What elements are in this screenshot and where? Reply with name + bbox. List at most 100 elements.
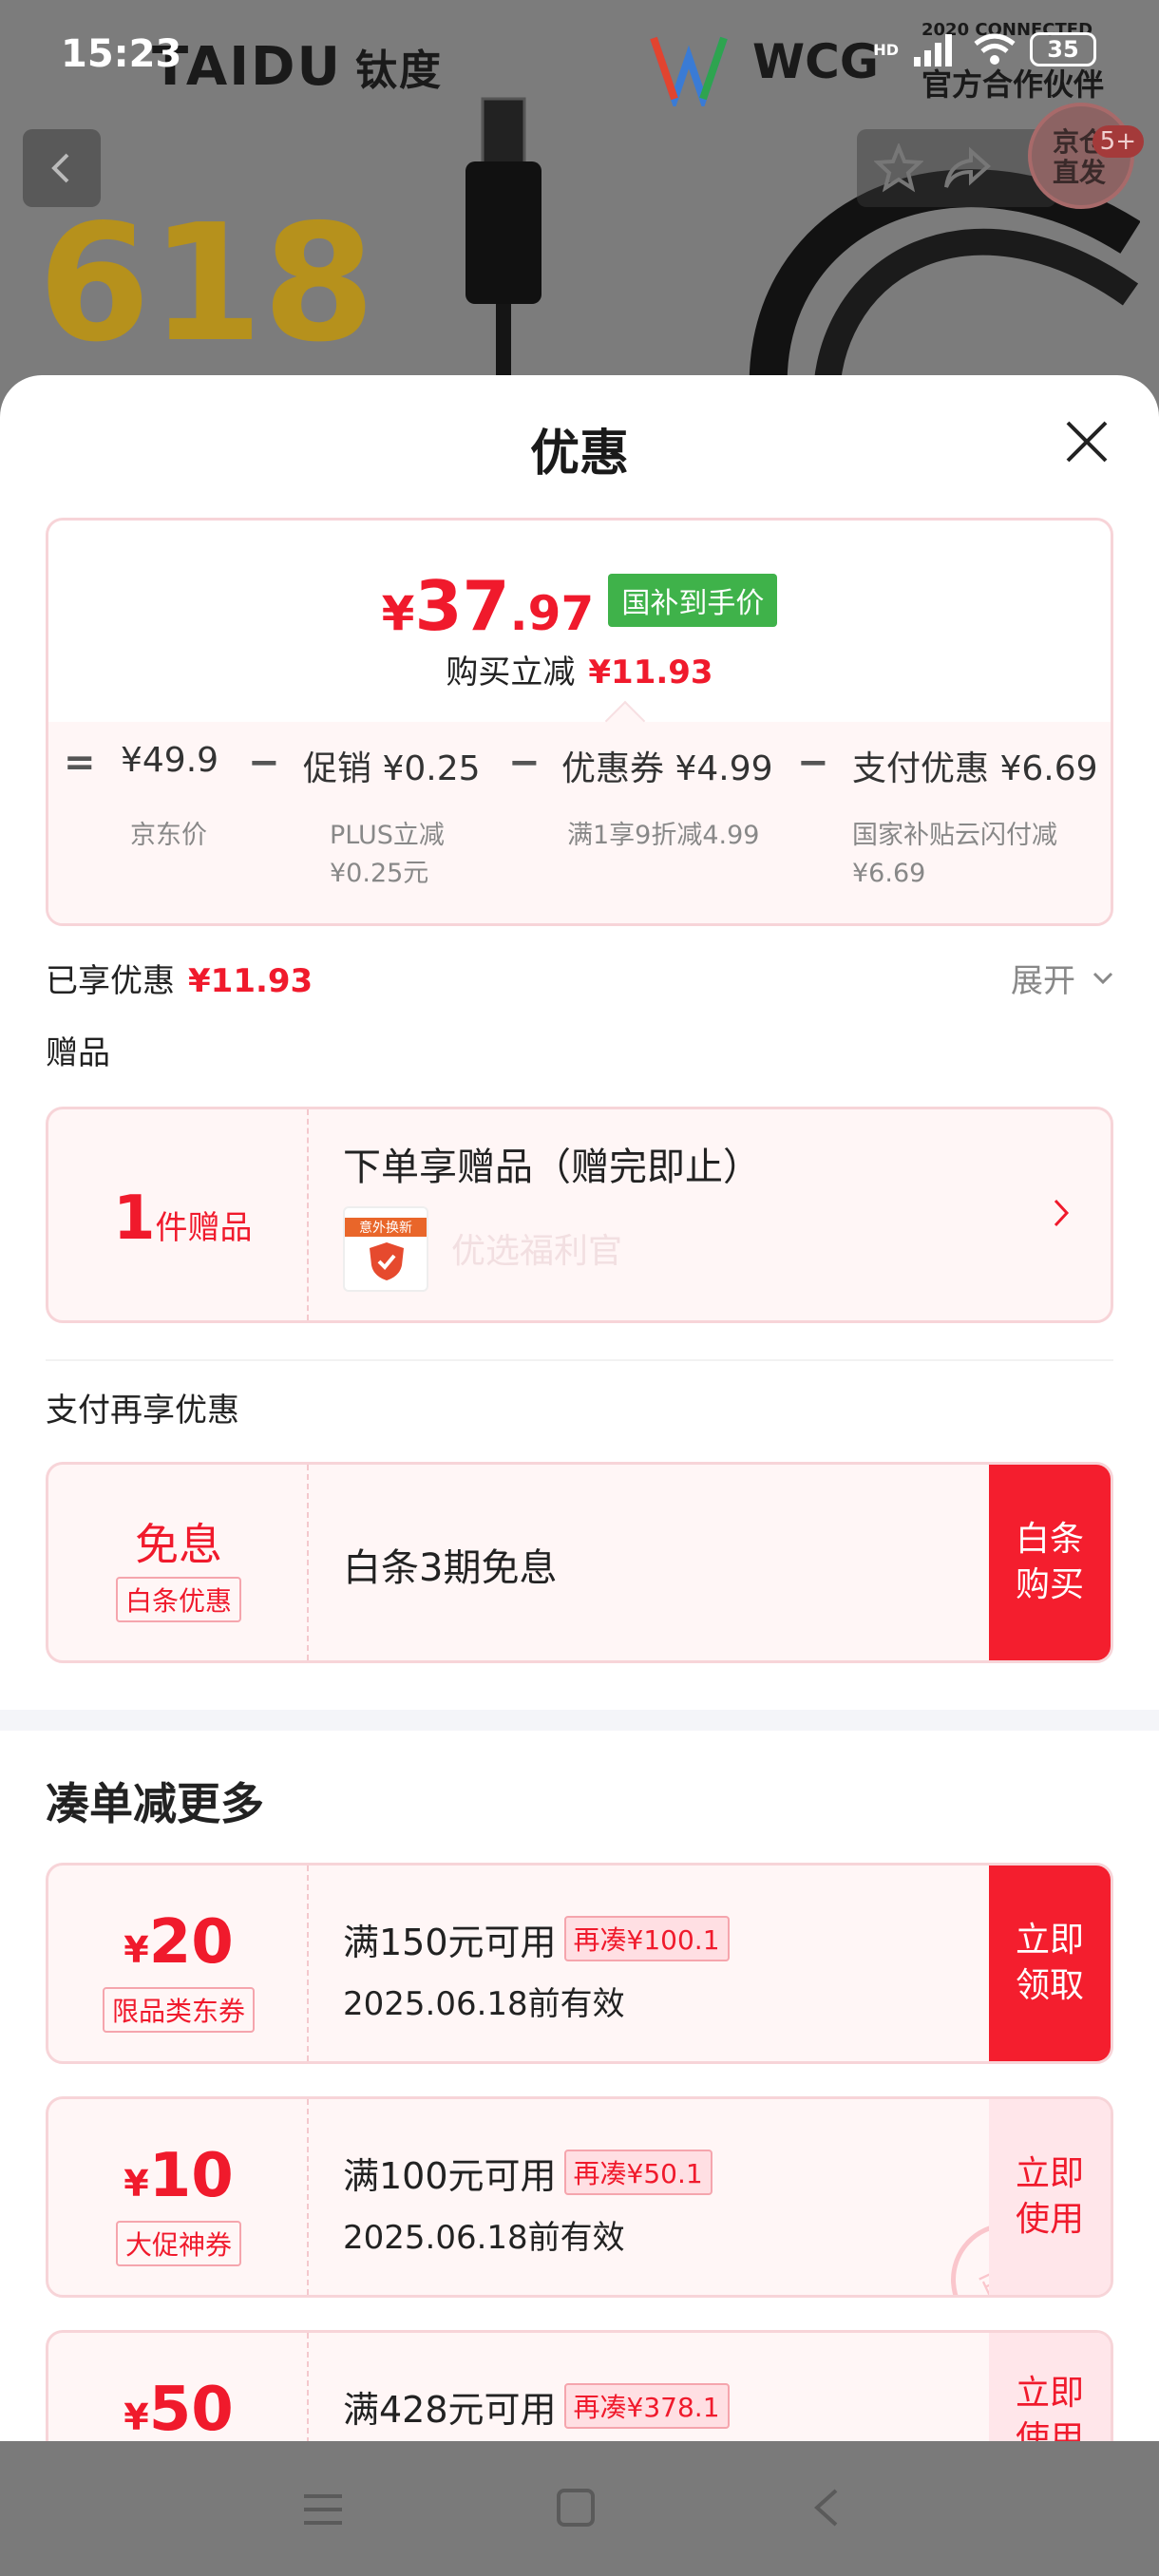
coupon-type-tag: 大促神券 <box>115 2221 241 2266</box>
jd-badge-count: 5+ <box>1092 125 1144 158</box>
promo-618-text: 618 <box>38 190 375 378</box>
payment-offer-card[interactable]: 免息 白条优惠 白条3期免息 白条 购买 <box>46 1462 1113 1663</box>
final-price: ¥37.97 国补到手价 <box>48 566 1111 646</box>
gift-thumb-label: 意外换新 <box>345 1218 427 1237</box>
enjoyed-value: ¥11.93 <box>188 962 314 1000</box>
final-price-section: ¥37.97 国补到手价 购买立减 ¥11.93 <box>48 521 1111 722</box>
discount-sheet: 优惠 ¥37.97 国补到手价 购买立减 ¥11.93 = ¥49.9 京东价 −… <box>0 375 1159 2441</box>
promo-618-graphic: 618 <box>10 190 375 380</box>
coupon-condition: 满150元可用 <box>343 1922 557 1963</box>
instant-discount: 购买立减 ¥11.93 <box>48 646 1111 692</box>
price-integer: 37 <box>414 566 510 646</box>
gift-thumbnail: 意外换新 <box>343 1206 428 1292</box>
instant-discount-value: ¥11.93 <box>588 653 713 691</box>
battery-icon: 35 <box>1030 32 1096 66</box>
expand-button[interactable]: 展开 <box>1011 955 1075 1001</box>
breakdown-op: − <box>248 741 280 785</box>
coupon-amount-value: 20 <box>148 1907 234 1978</box>
interest-free-label: 免息 <box>135 1519 222 1570</box>
wcg-text: WCG <box>752 34 879 89</box>
home-icon[interactable] <box>555 2487 597 2529</box>
instant-discount-label: 购买立减 <box>446 653 576 691</box>
gift-card[interactable]: 1件赠品 下单享赠品（赠完即止） 意外换新 优选福利官 <box>46 1107 1113 1323</box>
product-banner: 618 TAIDU 钛度 WCG 2020 CONNECTED 官方合作伙伴 15… <box>0 0 1159 418</box>
status-time: 15:23 <box>61 32 182 76</box>
gift-count-number: 1 <box>113 1184 156 1254</box>
promo-line: 促销 ¥0.25 <box>303 749 481 788</box>
status-icons: HD 35 <box>873 32 1096 66</box>
subsidy-price-tag: 国补到手价 <box>608 574 778 627</box>
coupon-amount: ¥10 大促神券 <box>48 2099 309 2295</box>
gift-count-unit: 件赠品 <box>155 1209 253 1247</box>
more-section-title: 凑单减更多 <box>46 1778 264 1829</box>
brand-taidu-logo: TAIDU 钛度 <box>152 36 443 98</box>
coupon-line: 优惠券 ¥4.99 <box>561 749 773 788</box>
system-nav-bar <box>0 2441 1159 2576</box>
baitiao-tag: 白条优惠 <box>115 1577 241 1622</box>
top-actions <box>857 129 1056 207</box>
network-label: HD <box>873 40 899 59</box>
breakdown-op: − <box>508 741 541 785</box>
close-icon[interactable] <box>1064 419 1110 464</box>
shield-icon <box>370 1242 404 1280</box>
coupon-extra-tag: 再凑¥100.1 <box>563 1916 730 1961</box>
gift-item-name: 优选福利官 <box>451 1232 623 1271</box>
enjoyed-discount: 已享优惠 ¥11.93 <box>46 955 313 1001</box>
coupon-condition: 满428元可用 <box>343 2389 557 2431</box>
jd-warehouse-badge[interactable]: 京仓 直发 5+ <box>1028 103 1144 209</box>
coupon-amount: ¥20 限品类东券 <box>48 1866 309 2061</box>
share-icon[interactable] <box>942 143 992 193</box>
coupon-desc: 满1享9折减4.99 <box>567 821 760 850</box>
coupon-amount-value: 50 <box>148 2375 234 2441</box>
coupon-expiry: 2025.06.18前有效 <box>343 2219 625 2257</box>
chevron-right-icon <box>1054 1199 1070 1227</box>
wifi-icon <box>974 33 1016 65</box>
price-card: ¥37.97 国补到手价 购买立减 ¥11.93 = ¥49.9 京东价 − 促销… <box>46 518 1113 926</box>
coupon-amount-value: 10 <box>148 2141 234 2211</box>
price-decimal: .97 <box>509 586 595 641</box>
back-button[interactable] <box>23 129 101 207</box>
payment-section-title: 支付再享优惠 <box>46 1392 239 1430</box>
back-nav-icon[interactable] <box>809 2487 844 2529</box>
gift-title: 下单享赠品（赠完即止） <box>343 1146 761 1189</box>
use-coupon-button[interactable]: 立即 使用 <box>989 2333 1111 2441</box>
wcg-icon <box>650 36 728 106</box>
chevron-down-icon[interactable] <box>1091 966 1115 991</box>
chevron-left-icon <box>51 153 69 183</box>
coupon-extra-tag: 再凑¥378.1 <box>563 2383 730 2429</box>
signal-icon <box>914 34 952 66</box>
usb-cable-image <box>466 97 542 418</box>
coupon-type-tag: 限品类东券 <box>102 1987 255 2033</box>
gift-section-title: 赠品 <box>46 1034 110 1072</box>
coupon-card: ¥10 大促神券 满100元可用再凑¥50.1 2025.06.18前有效 已领… <box>46 2096 1113 2298</box>
use-coupon-button[interactable]: 立即 使用 <box>989 2099 1111 2295</box>
coupon-card: ¥20 限品类东券 满150元可用 再凑¥100.1 2025.06.18前有效 … <box>46 1863 1113 2064</box>
jd-price-value: ¥49.9 <box>121 741 219 780</box>
promo-desc: PLUS立减 ¥0.25元 <box>330 821 445 888</box>
breakdown-op: = <box>64 741 96 785</box>
payment-discount-desc: 国家补贴云闪付减 ¥6.69 <box>852 821 1057 888</box>
breakdown-op: − <box>797 741 829 785</box>
coupon-amount: ¥50 <box>48 2333 309 2441</box>
coupon-extra-tag: 再凑¥50.1 <box>563 2150 712 2195</box>
jd-price-desc: 京东价 <box>130 821 207 850</box>
section-divider <box>0 1710 1159 1731</box>
divider <box>46 1359 1113 1361</box>
payment-offer-left: 免息 白条优惠 <box>48 1465 309 1660</box>
gift-detail: 下单享赠品（赠完即止） 意外换新 优选福利官 <box>309 1109 1111 1320</box>
claim-coupon-button[interactable]: 立即 领取 <box>989 1866 1111 2061</box>
coupon-card: ¥50 满428元可用 再凑¥378.1 立即 使用 <box>46 2330 1113 2441</box>
currency-symbol: ¥ <box>381 586 415 641</box>
wcg-partner-text: 官方合作伙伴 <box>922 66 1105 103</box>
price-breakdown: = ¥49.9 京东价 − 促销 ¥0.25 PLUS立减 ¥0.25元 − 优… <box>48 722 1111 923</box>
payment-offer-title: 白条3期免息 <box>343 1546 558 1590</box>
menu-icon[interactable] <box>300 2491 346 2529</box>
coupon-expiry: 2025.06.18前有效 <box>343 1985 625 2023</box>
enjoyed-label: 已享优惠 <box>46 962 175 1000</box>
payment-discount-line: 支付优惠 ¥6.69 <box>852 749 1098 788</box>
favorite-star-icon[interactable] <box>874 143 923 193</box>
baitiao-buy-button[interactable]: 白条 购买 <box>989 1465 1111 1660</box>
sheet-title: 优惠 <box>529 426 629 483</box>
coupon-condition: 满100元可用 <box>343 2155 557 2197</box>
gift-count: 1件赠品 <box>48 1109 309 1320</box>
